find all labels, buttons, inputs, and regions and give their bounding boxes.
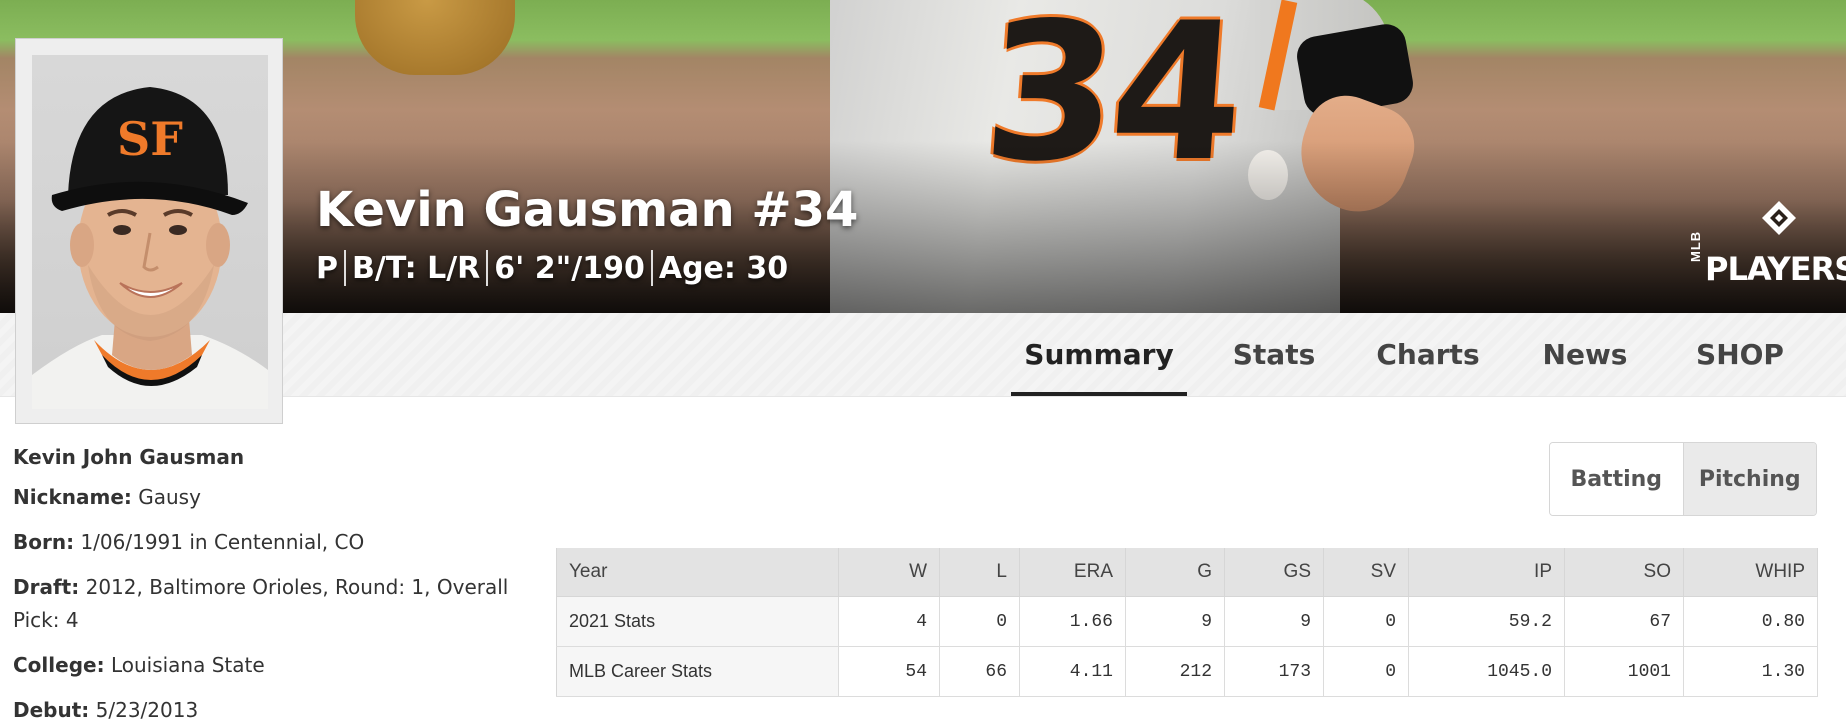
cell-whip: 1.30 — [1683, 646, 1818, 697]
cell-era: 4.11 — [1019, 646, 1126, 697]
col-l[interactable]: L — [939, 548, 1020, 597]
tab-shop[interactable]: SHOP — [1685, 313, 1795, 396]
college-value: Louisiana State — [110, 653, 265, 677]
tab-charts[interactable]: Charts — [1370, 313, 1486, 396]
player-name: Kevin Gausman #34 — [316, 182, 859, 238]
cell-ip: 59.2 — [1408, 596, 1565, 647]
cell-g: 9 — [1125, 596, 1225, 647]
cell-g: 212 — [1125, 646, 1225, 697]
table-header-row: Year W L ERA G GS SV IP SO WHIP — [556, 548, 1818, 597]
stats-table: Year W L ERA G GS SV IP SO WHIP 2021 Sta… — [556, 548, 1818, 697]
tab-summary[interactable]: Summary — [1011, 313, 1187, 396]
cell-whip: 0.80 — [1683, 596, 1818, 647]
logo-text: PLAYERS — [1705, 250, 1846, 288]
table-row: 2021 Stats 4 0 1.66 9 9 0 59.2 67 0.80 — [556, 596, 1818, 647]
full-name: Kevin John Gausman — [13, 445, 245, 469]
diamond-logo-icon — [1762, 201, 1796, 235]
cell-l: 66 — [939, 646, 1020, 697]
bio-draft: Draft: 2012, Baltimore Orioles, Round: 1… — [13, 571, 513, 637]
cell-w: 4 — [838, 596, 940, 647]
col-g[interactable]: G — [1125, 548, 1225, 597]
player-headshot: SF — [15, 38, 283, 424]
logo-small-text: MLB — [1688, 230, 1703, 262]
born-value: 1/06/1991 in Centennial, CO — [80, 530, 365, 554]
cell-so: 1001 — [1564, 646, 1684, 697]
col-whip[interactable]: WHIP — [1683, 548, 1818, 597]
debut-label: Debut: — [13, 698, 90, 722]
cell-sv: 0 — [1323, 646, 1409, 697]
col-w[interactable]: W — [838, 548, 940, 597]
cell-ip: 1045.0 — [1408, 646, 1565, 697]
col-gs[interactable]: GS — [1224, 548, 1324, 597]
batting-button[interactable]: Batting — [1550, 443, 1683, 515]
col-ip[interactable]: IP — [1408, 548, 1565, 597]
cell-so: 67 — [1564, 596, 1684, 647]
position: P — [316, 250, 338, 286]
cell-gs: 9 — [1224, 596, 1324, 647]
col-so[interactable]: SO — [1564, 548, 1684, 597]
tab-news[interactable]: News — [1533, 313, 1637, 396]
headshot-image: SF — [32, 87, 268, 409]
cell-era: 1.66 — [1019, 596, 1126, 647]
draft-label: Draft: — [13, 575, 80, 599]
tab-stats[interactable]: Stats — [1222, 313, 1326, 396]
stats-type-toggle: Batting Pitching — [1549, 442, 1817, 516]
cell-sv: 0 — [1323, 596, 1409, 647]
height-weight: 6' 2"/190 — [494, 250, 645, 286]
cell-year: 2021 Stats — [556, 596, 839, 647]
age: Age: 30 — [658, 250, 789, 286]
bio-debut: Debut: 5/23/2013 — [13, 694, 513, 727]
bats-throws: B/T: L/R — [352, 250, 481, 286]
bio-born: Born: 1/06/1991 in Centennial, CO — [13, 526, 513, 559]
col-year[interactable]: Year — [556, 548, 839, 597]
player-bio: Kevin John Gausman Nickname: Gausy Born:… — [13, 445, 513, 727]
cell-gs: 173 — [1224, 646, 1324, 697]
cell-l: 0 — [939, 596, 1020, 647]
nickname-value: Gausy — [138, 485, 201, 509]
player-meta: P B/T: L/R 6' 2"/190 Age: 30 — [316, 250, 788, 286]
divider — [486, 250, 489, 286]
svg-text:SF: SF — [117, 112, 183, 166]
mlb-players-logo[interactable]: MLB PLAYERS — [1688, 200, 1846, 290]
col-sv[interactable]: SV — [1323, 548, 1409, 597]
debut-value: 5/23/2013 — [95, 698, 199, 722]
col-era[interactable]: ERA — [1019, 548, 1126, 597]
cell-w: 54 — [838, 646, 940, 697]
table-row: MLB Career Stats 54 66 4.11 212 173 0 10… — [556, 646, 1818, 697]
born-label: Born: — [13, 530, 75, 554]
cell-year: MLB Career Stats — [556, 646, 839, 697]
pitching-button[interactable]: Pitching — [1682, 443, 1816, 515]
divider — [650, 250, 653, 286]
college-label: College: — [13, 653, 105, 677]
bio-college: College: Louisiana State — [13, 649, 513, 682]
divider — [344, 250, 346, 286]
bio-nickname: Nickname: Gausy — [13, 481, 513, 514]
nickname-label: Nickname: — [13, 485, 132, 509]
draft-value: 2012, Baltimore Orioles, Round: 1, Overa… — [13, 575, 509, 632]
